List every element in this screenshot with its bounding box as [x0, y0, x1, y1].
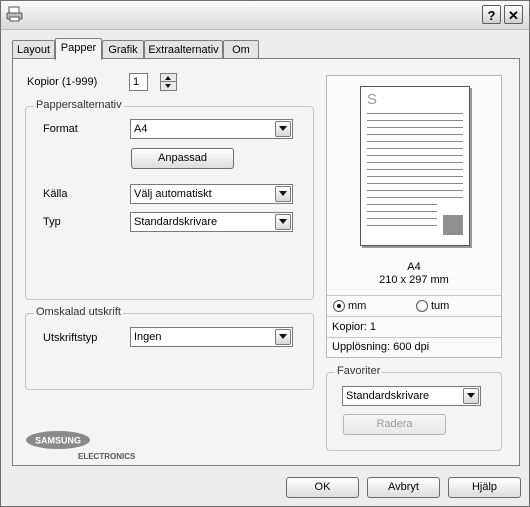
- copies-label: Kopior (1-999): [27, 76, 98, 88]
- paper-options-legend: Pappersalternativ: [34, 99, 124, 111]
- type-select[interactable]: Standardskrivare: [130, 212, 293, 232]
- tab-graphics[interactable]: Grafik: [102, 40, 144, 59]
- printer-icon: [6, 6, 23, 22]
- svg-text:ELECTRONICS: ELECTRONICS: [78, 452, 135, 461]
- type-label: Typ: [43, 216, 61, 228]
- chevron-down-icon[interactable]: [275, 214, 291, 230]
- image-placeholder-icon: [443, 215, 463, 235]
- chevron-down-icon[interactable]: [275, 121, 291, 137]
- svg-text:SAMSUNG: SAMSUNG: [35, 436, 81, 446]
- copies-summary: Kopior: 1: [332, 321, 377, 333]
- resolution-summary: Upplösning: 600 dpi: [332, 341, 430, 353]
- print-properties-dialog: ? ✕ Layout Papper Grafik Extraalternativ…: [0, 0, 530, 507]
- chevron-down-icon[interactable]: [275, 329, 291, 345]
- chevron-down-icon[interactable]: [275, 186, 291, 202]
- spin-down-icon[interactable]: [161, 82, 176, 90]
- help-button[interactable]: Hjälp: [448, 477, 521, 498]
- close-title-button[interactable]: ✕: [504, 5, 523, 24]
- spin-up-icon[interactable]: [161, 74, 176, 82]
- tab-extra-options[interactable]: Extraalternativ: [144, 40, 223, 59]
- source-label: Källa: [43, 188, 68, 200]
- mm-radio-label: mm: [348, 300, 367, 312]
- copies-input[interactable]: 1: [129, 73, 148, 91]
- source-select[interactable]: Välj automatiskt: [130, 184, 293, 204]
- ok-button[interactable]: OK: [286, 477, 359, 498]
- tab-about[interactable]: Om: [223, 40, 259, 59]
- format-select[interactable]: A4: [130, 119, 293, 139]
- print-type-label: Utskriftstyp: [43, 332, 98, 344]
- chevron-down-icon[interactable]: [463, 388, 479, 404]
- mm-radio[interactable]: [333, 300, 345, 312]
- custom-size-button[interactable]: Anpassad: [131, 148, 234, 169]
- page-preview: S: [360, 86, 470, 246]
- favorites-group: Favoriter: [326, 365, 502, 451]
- tab-paper[interactable]: Papper: [55, 38, 102, 60]
- inch-radio[interactable]: [416, 300, 428, 312]
- samsung-logo: SAMSUNG ELECTRONICS: [26, 431, 135, 461]
- format-label: Format: [43, 123, 78, 135]
- print-type-select[interactable]: Ingen: [130, 327, 293, 347]
- delete-favorite-button[interactable]: Radera: [343, 414, 446, 435]
- paper-name: A4: [407, 261, 421, 273]
- title-bar: ? ✕: [1, 1, 529, 30]
- copies-spinner[interactable]: [160, 73, 177, 91]
- page-letter: S: [367, 91, 378, 108]
- inch-radio-label: tum: [431, 300, 450, 312]
- cancel-button[interactable]: Avbryt: [367, 477, 440, 498]
- scaled-print-group: Omskalad utskrift: [25, 306, 314, 390]
- favorites-select[interactable]: Standardskrivare: [342, 386, 481, 406]
- paper-preview-panel: S A4 210 x 297 mm mm tum Kopior: 1 Upplö…: [326, 75, 502, 358]
- tab-layout[interactable]: Layout: [12, 40, 55, 59]
- scaled-print-legend: Omskalad utskrift: [34, 306, 123, 318]
- help-title-button[interactable]: ?: [482, 5, 501, 24]
- paper-size: 210 x 297 mm: [379, 274, 449, 286]
- favorites-legend: Favoriter: [335, 365, 383, 377]
